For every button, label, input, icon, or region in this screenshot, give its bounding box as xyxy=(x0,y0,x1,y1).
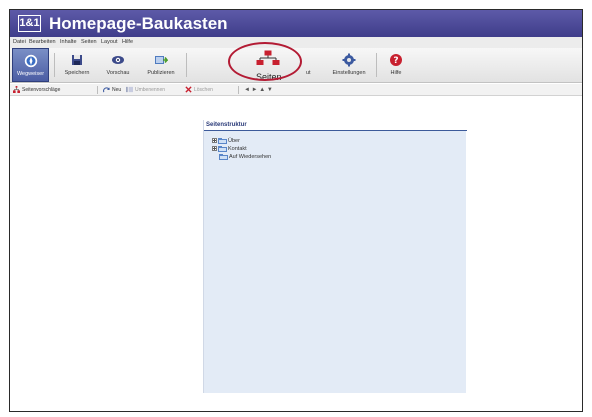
help-label: Hilfe xyxy=(390,70,402,76)
settings-label: Einstellungen xyxy=(332,70,366,76)
publish-button[interactable]: Publizieren xyxy=(141,48,181,82)
preview-label: Vorschau xyxy=(106,70,130,76)
menu-hilfe[interactable]: Hilfe xyxy=(122,37,133,48)
toolbar-separator xyxy=(376,53,377,77)
rename-icon xyxy=(126,87,133,93)
new-page-label: Neu xyxy=(112,87,122,93)
app-window: 1&1 Homepage-Baukasten Datei Bearbeiten … xyxy=(9,9,583,412)
sitemap-icon xyxy=(256,50,280,65)
menu-datei[interactable]: Datei xyxy=(13,37,26,48)
layout-button[interactable]: ut xyxy=(300,48,322,82)
folder-icon xyxy=(218,137,227,144)
delete-icon xyxy=(185,86,192,93)
menu-inhalte[interactable]: Inhalte xyxy=(60,37,77,48)
expand-icon[interactable] xyxy=(212,138,217,144)
tree-item[interactable]: Über xyxy=(212,137,271,145)
svg-text:?: ? xyxy=(393,56,398,66)
sub-toolbar: Seitenvorschläge Neu Umbenennen Löschen … xyxy=(10,84,582,96)
rename-label: Umbenennen xyxy=(135,87,166,93)
seitenvorschlaege-button[interactable]: Seitenvorschläge xyxy=(13,84,60,96)
seiten-label: Seiten xyxy=(256,72,282,82)
tree-item-label: Auf Wiedersehen xyxy=(229,154,272,160)
panel-title: Seitenstruktur xyxy=(204,120,467,131)
menu-seiten[interactable]: Seiten xyxy=(81,37,97,48)
layout-label: ut xyxy=(306,70,311,76)
page-structure-panel: Seitenstruktur Über Kontakt Auf Wiederse… xyxy=(203,120,467,393)
seiten-button[interactable]: Seiten xyxy=(256,50,282,83)
app-logo: 1&1 xyxy=(18,15,41,32)
seitenvorschlaege-label: Seitenvorschläge xyxy=(22,87,61,93)
main-toolbar: Wegweiser Speichern Vorschau Publizieren… xyxy=(10,48,582,83)
settings-button[interactable]: Einstellungen xyxy=(327,48,371,82)
gear-icon xyxy=(342,53,356,67)
wegweiser-label: Wegweiser xyxy=(16,71,45,77)
help-icon: ? xyxy=(390,54,402,66)
menu-layout[interactable]: Layout xyxy=(101,37,118,48)
arrow-down-icon[interactable]: ▼ xyxy=(267,87,273,93)
save-icon xyxy=(72,55,82,65)
save-label: Speichern xyxy=(64,70,90,76)
sitemap-icon xyxy=(13,86,20,94)
tree-item[interactable]: Kontakt xyxy=(212,145,271,153)
expand-icon[interactable] xyxy=(212,146,217,152)
folder-icon xyxy=(219,153,228,160)
new-page-icon xyxy=(103,87,110,93)
menu-bearbeiten[interactable]: Bearbeiten xyxy=(29,37,56,48)
publish-icon xyxy=(155,56,168,64)
compass-icon xyxy=(24,54,37,68)
arrow-right-icon[interactable]: ► xyxy=(252,87,258,93)
new-page-button[interactable]: Neu xyxy=(103,84,121,96)
tree-item-label: Über xyxy=(228,138,240,144)
arrow-up-icon[interactable]: ▲ xyxy=(259,87,265,93)
title-bar: 1&1 Homepage-Baukasten xyxy=(10,10,582,37)
publish-label: Publizieren xyxy=(147,70,175,76)
folder-icon xyxy=(218,145,227,152)
tree-item[interactable]: Auf Wiedersehen xyxy=(212,153,271,161)
tree-item-label: Kontakt xyxy=(228,146,247,152)
menu-bar: Datei Bearbeiten Inhalte Seiten Layout H… xyxy=(10,37,582,48)
preview-button[interactable]: Vorschau xyxy=(98,48,138,82)
sub-separator xyxy=(238,86,239,94)
move-arrows: ◄ ► ▲ ▼ xyxy=(244,84,273,96)
page-tree: Über Kontakt Auf Wiedersehen xyxy=(212,137,271,161)
delete-button[interactable]: Löschen xyxy=(185,84,213,96)
delete-label: Löschen xyxy=(194,87,213,93)
eye-icon xyxy=(112,56,124,64)
sub-separator xyxy=(97,86,98,94)
app-title: Homepage-Baukasten xyxy=(49,14,228,33)
save-button[interactable]: Speichern xyxy=(59,48,95,82)
wegweiser-button[interactable]: Wegweiser xyxy=(12,48,49,82)
rename-button[interactable]: Umbenennen xyxy=(126,84,165,96)
arrow-left-icon[interactable]: ◄ xyxy=(244,87,250,93)
toolbar-separator xyxy=(186,53,187,77)
toolbar-separator xyxy=(54,53,55,77)
help-button[interactable]: ? Hilfe xyxy=(384,48,408,82)
